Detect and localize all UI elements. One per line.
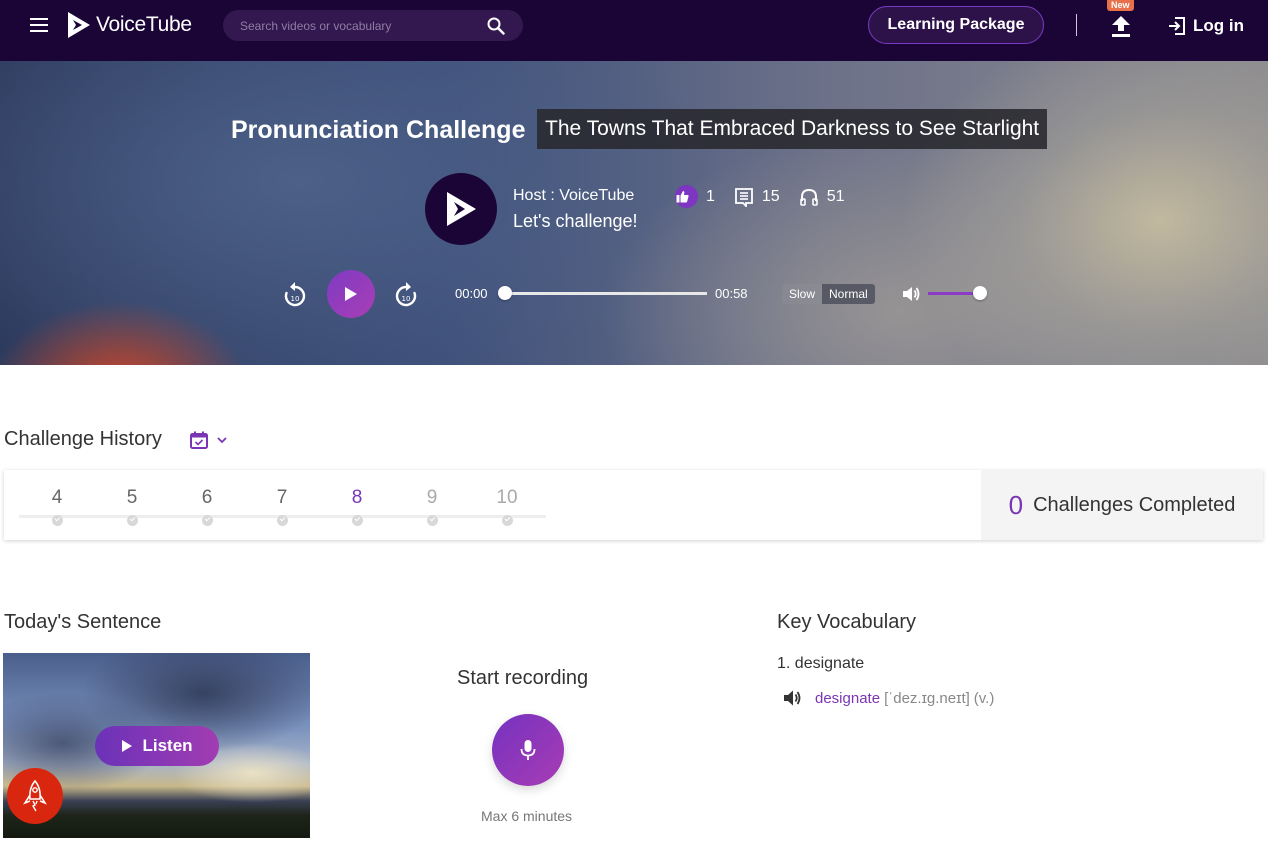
check-circle-icon bbox=[501, 515, 513, 526]
login-icon bbox=[1169, 17, 1185, 35]
volume-icon[interactable] bbox=[901, 284, 921, 304]
check-circle-icon bbox=[351, 515, 363, 526]
search-icon[interactable] bbox=[487, 17, 505, 35]
listen-button[interactable]: Listen bbox=[95, 726, 219, 766]
seek-handle[interactable] bbox=[498, 286, 512, 300]
timeline-day[interactable]: 8 bbox=[342, 487, 372, 526]
comments-count: 15 bbox=[761, 187, 780, 205]
rewind-10-icon[interactable]: 10 bbox=[282, 281, 308, 309]
day-number: 9 bbox=[426, 487, 438, 508]
search-bar bbox=[223, 10, 523, 41]
current-time: 00:00 bbox=[455, 286, 488, 301]
timeline-day[interactable]: 5 bbox=[117, 487, 147, 526]
host-name: Host : VoiceTube bbox=[513, 187, 635, 204]
calendar-dropdown[interactable] bbox=[189, 430, 229, 450]
listens-count: 51 bbox=[826, 187, 845, 205]
login-button[interactable]: Log in bbox=[1167, 14, 1244, 38]
challenge-video-title: The Towns That Embraced Darkness to See … bbox=[537, 109, 1048, 149]
recording-limit: Max 6 minutes bbox=[481, 808, 573, 824]
menu-icon[interactable] bbox=[30, 18, 48, 32]
search-input[interactable] bbox=[240, 10, 480, 41]
play-button[interactable] bbox=[327, 270, 375, 318]
host-avatar[interactable] bbox=[425, 173, 497, 245]
nav-divider bbox=[1076, 14, 1077, 36]
challenge-history-title: Challenge History bbox=[4, 428, 162, 450]
vocab-part-of-speech: (v.) bbox=[973, 689, 995, 707]
speaker-icon[interactable] bbox=[783, 689, 803, 707]
top-nav: VoiceTube Learning Package New Log in bbox=[0, 0, 1268, 61]
challenge-history-card: 4 5 6 7 8 9 10 0 Challenges Completed bbox=[4, 470, 1263, 540]
listens-stat: 51 bbox=[799, 187, 845, 207]
timeline-day[interactable]: 10 bbox=[492, 487, 522, 526]
volume-slider[interactable] bbox=[928, 286, 987, 300]
volume-handle[interactable] bbox=[973, 286, 987, 300]
day-number: 6 bbox=[201, 487, 213, 508]
check-circle-icon bbox=[51, 515, 63, 526]
audio-player: 10 10 00:00 00:58 Slow Normal bbox=[0, 269, 1268, 318]
svg-text:10: 10 bbox=[402, 295, 411, 303]
like-button[interactable] bbox=[675, 185, 698, 208]
check-circle-icon bbox=[276, 515, 288, 526]
key-vocabulary-title: Key Vocabulary bbox=[777, 611, 916, 633]
host-message: Let's challenge! bbox=[513, 211, 638, 231]
page-title: Pronunciation Challenge bbox=[231, 116, 526, 144]
thumbs-up-icon bbox=[676, 191, 689, 203]
play-icon bbox=[345, 287, 357, 301]
timeline-day[interactable]: 6 bbox=[192, 487, 222, 526]
timeline-day[interactable]: 4 bbox=[42, 487, 72, 526]
likes-stat: 1 bbox=[675, 185, 715, 208]
new-badge: New bbox=[1107, 0, 1134, 11]
logo-icon bbox=[68, 12, 90, 38]
brand-name: VoiceTube bbox=[96, 13, 192, 36]
vocab-entry: designate [ˈdez.ɪɡ.neɪt] (v.) bbox=[783, 689, 994, 707]
rocket-launcher-button[interactable] bbox=[7, 768, 63, 824]
day-number: 10 bbox=[496, 487, 518, 508]
rocket-icon bbox=[23, 779, 47, 812]
completed-label: Challenges Completed bbox=[1033, 493, 1236, 516]
learning-package-button[interactable]: Learning Package bbox=[868, 6, 1044, 44]
seek-bar[interactable] bbox=[498, 286, 707, 300]
speed-toggle: Slow Normal bbox=[782, 284, 875, 304]
login-label: Log in bbox=[1193, 16, 1244, 35]
speed-slow-button[interactable]: Slow bbox=[782, 284, 823, 304]
record-button[interactable] bbox=[492, 714, 564, 786]
start-recording-title: Start recording bbox=[457, 667, 589, 689]
check-circle-icon bbox=[201, 515, 213, 526]
vocab-pronunciation: [ˈdez.ɪɡ.neɪt] bbox=[884, 689, 970, 707]
upload-icon[interactable] bbox=[1110, 14, 1132, 38]
day-number: 4 bbox=[51, 487, 63, 508]
check-circle-icon bbox=[426, 515, 438, 526]
completed-count: 0 bbox=[1008, 489, 1024, 520]
logo[interactable]: VoiceTube bbox=[66, 11, 192, 39]
play-icon bbox=[122, 740, 133, 752]
timeline-day[interactable]: 7 bbox=[267, 487, 297, 526]
calendar-check-icon bbox=[190, 431, 208, 449]
chevron-down-icon bbox=[217, 437, 227, 444]
stats-row: 1 15 51 bbox=[675, 185, 864, 208]
timeline-day[interactable]: 9 bbox=[417, 487, 447, 526]
forward-10-icon[interactable]: 10 bbox=[393, 281, 419, 309]
likes-count: 1 bbox=[706, 187, 715, 205]
listen-label: Listen bbox=[142, 736, 193, 755]
microphone-icon bbox=[520, 740, 536, 760]
comment-icon bbox=[735, 187, 753, 207]
vocab-word-link[interactable]: designate bbox=[815, 690, 880, 707]
logo-icon bbox=[447, 192, 476, 226]
hero-banner: Pronunciation Challenge The Towns That E… bbox=[0, 61, 1268, 365]
day-number: 5 bbox=[126, 487, 138, 508]
day-number: 8 bbox=[351, 487, 363, 508]
comments-stat: 15 bbox=[734, 187, 780, 207]
headphones-icon bbox=[799, 188, 818, 206]
speed-normal-button[interactable]: Normal bbox=[822, 284, 875, 304]
svg-text:10: 10 bbox=[291, 295, 300, 303]
total-time: 00:58 bbox=[715, 286, 748, 301]
vocab-heading: 1. designate bbox=[777, 655, 865, 672]
day-number: 7 bbox=[276, 487, 288, 508]
challenges-completed: 0 Challenges Completed bbox=[981, 470, 1263, 540]
check-circle-icon bbox=[126, 515, 138, 526]
todays-sentence-title: Today's Sentence bbox=[4, 611, 162, 633]
